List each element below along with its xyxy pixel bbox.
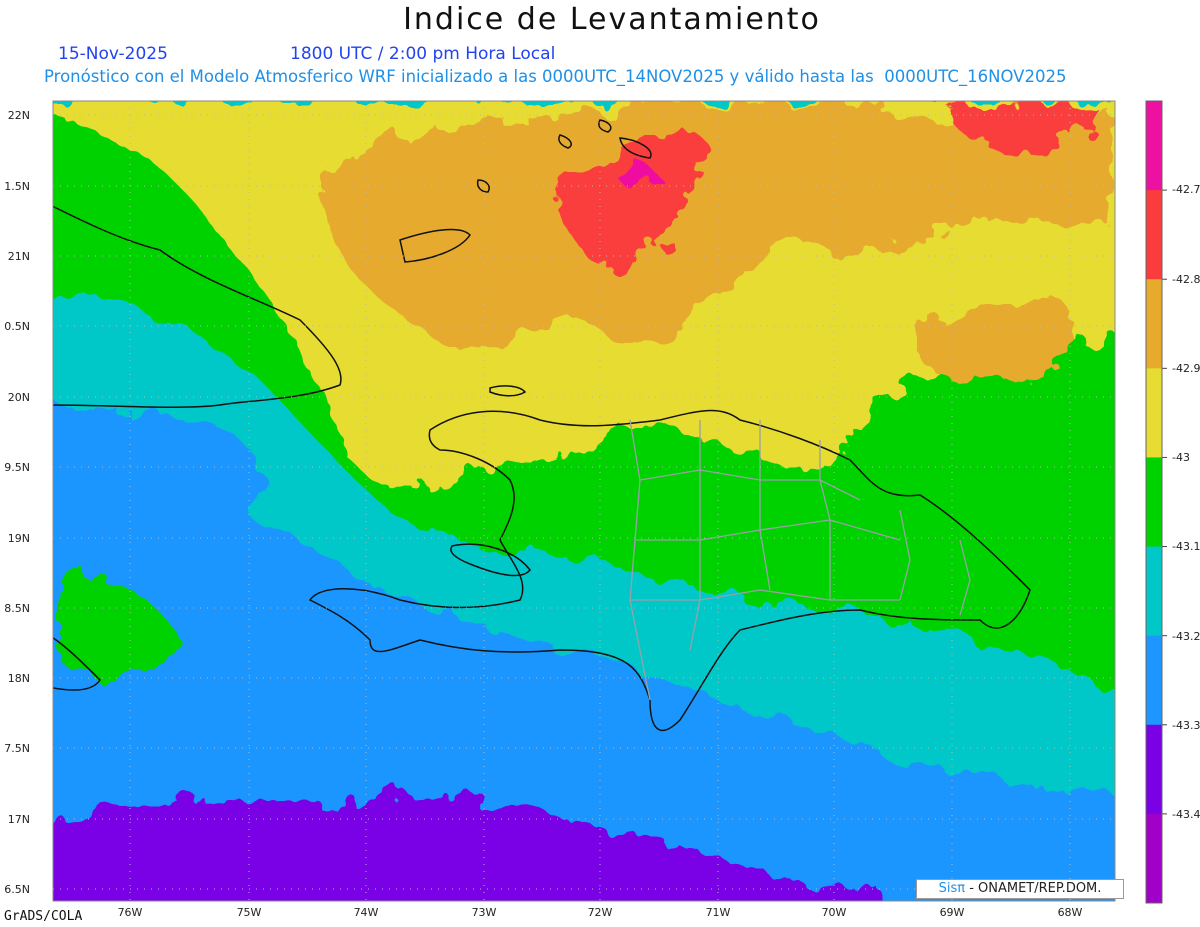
lon-label: 75W [236, 906, 262, 919]
colorbar-segment [1146, 457, 1162, 548]
colorbar-segment [1146, 101, 1162, 191]
lat-label: 22N [7, 109, 30, 122]
lon-label: 71W [705, 906, 731, 919]
onamet-logo: Sisπ - ONAMET/REP.DOM. [916, 879, 1124, 899]
lat-label: 9.5N [4, 461, 30, 474]
colorbar-segment [1146, 813, 1162, 904]
colorbar-segment [1146, 546, 1162, 637]
lat-label: 18N [7, 672, 30, 685]
grads-credit: GrADS/COLA [4, 909, 83, 924]
lat-label: 17N [7, 813, 30, 826]
logo-text: - ONAMET/REP.DOM. [965, 881, 1102, 896]
lon-label: 74W [353, 906, 379, 919]
lon-label: 72W [587, 906, 613, 919]
colorbar-segment [1146, 635, 1162, 726]
colorbar-segment [1146, 724, 1162, 815]
lat-label: 21N [7, 250, 30, 263]
colorbar-label: -42.7 [1172, 183, 1200, 196]
lat-label: 1.5N [4, 180, 30, 193]
colorbar-label: -42.8 [1172, 273, 1200, 286]
colorbar-label: -42.9 [1172, 362, 1200, 375]
lat-label: 0.5N [4, 320, 30, 333]
colorbar-label: -43.1 [1172, 540, 1200, 553]
colorbar-label: -43.2 [1172, 630, 1200, 643]
lon-label: 73W [471, 906, 497, 919]
colorbar-label: -43.3 [1172, 719, 1200, 732]
lat-label: 7.5N [4, 742, 30, 755]
lifted-index-map [52, 100, 1167, 904]
lon-label: 70W [821, 906, 847, 919]
colorbar-segment [1146, 368, 1162, 458]
lon-label: 69W [939, 906, 965, 919]
lat-label: 19N [7, 532, 30, 545]
lat-label: 8.5N [4, 602, 30, 615]
colorbar-label: -43 [1172, 451, 1190, 464]
colorbar-segment [1146, 279, 1162, 369]
colorbar-segment [1146, 190, 1162, 280]
colorbar-label: -43.4 [1172, 808, 1200, 821]
lat-label: 6.5N [4, 883, 30, 896]
colorbar [1145, 100, 1167, 904]
logo-sis: Sisπ [938, 881, 966, 896]
lon-label: 68W [1057, 906, 1083, 919]
lat-label: 20N [7, 391, 30, 404]
lon-label: 76W [117, 906, 143, 919]
